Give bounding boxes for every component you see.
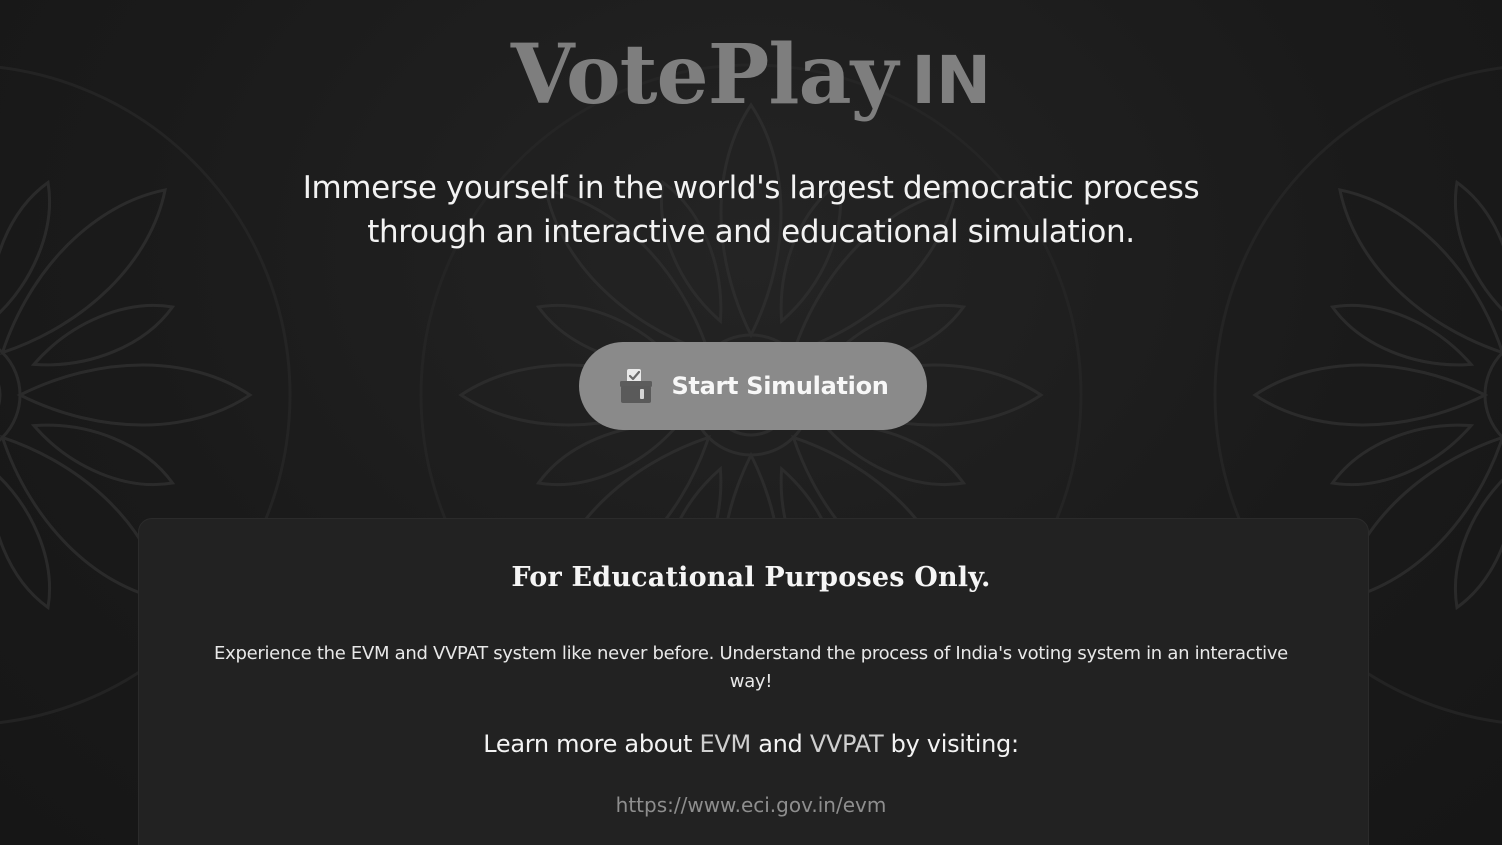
vvpat-highlight: VVPAT bbox=[809, 730, 884, 758]
card-description: Experience the EVM and VVPAT system like… bbox=[214, 643, 1288, 692]
learn-more-line: Learn more about EVM and VVPAT by visiti… bbox=[0, 730, 1502, 758]
learn-suffix: by visiting: bbox=[883, 730, 1019, 758]
learn-and: and bbox=[750, 730, 810, 758]
brand-suffix: IN bbox=[911, 42, 992, 119]
tagline-line-2: through an interactive and educational s… bbox=[367, 214, 1135, 250]
brand-name: VotePlay bbox=[510, 27, 898, 123]
evm-highlight: EVM bbox=[699, 730, 752, 758]
landing-page: VotePlay IN Immerse yourself in the world… bbox=[0, 0, 1502, 845]
tagline-line-1: Immerse yourself in the world's largest … bbox=[302, 170, 1200, 206]
ballot-box-icon bbox=[617, 367, 655, 405]
eci-evm-link[interactable]: https://www.eci.gov.in/evm bbox=[0, 793, 1502, 817]
brand-logo: VotePlay IN bbox=[0, 34, 1502, 116]
start-simulation-button[interactable]: Start Simulation bbox=[579, 342, 927, 430]
learn-prefix: Learn more about bbox=[483, 730, 700, 758]
hero-tagline: Immerse yourself in the world's largest … bbox=[251, 166, 1251, 254]
start-simulation-label: Start Simulation bbox=[671, 372, 889, 400]
card-title: For Educational Purposes Only. bbox=[511, 562, 991, 593]
